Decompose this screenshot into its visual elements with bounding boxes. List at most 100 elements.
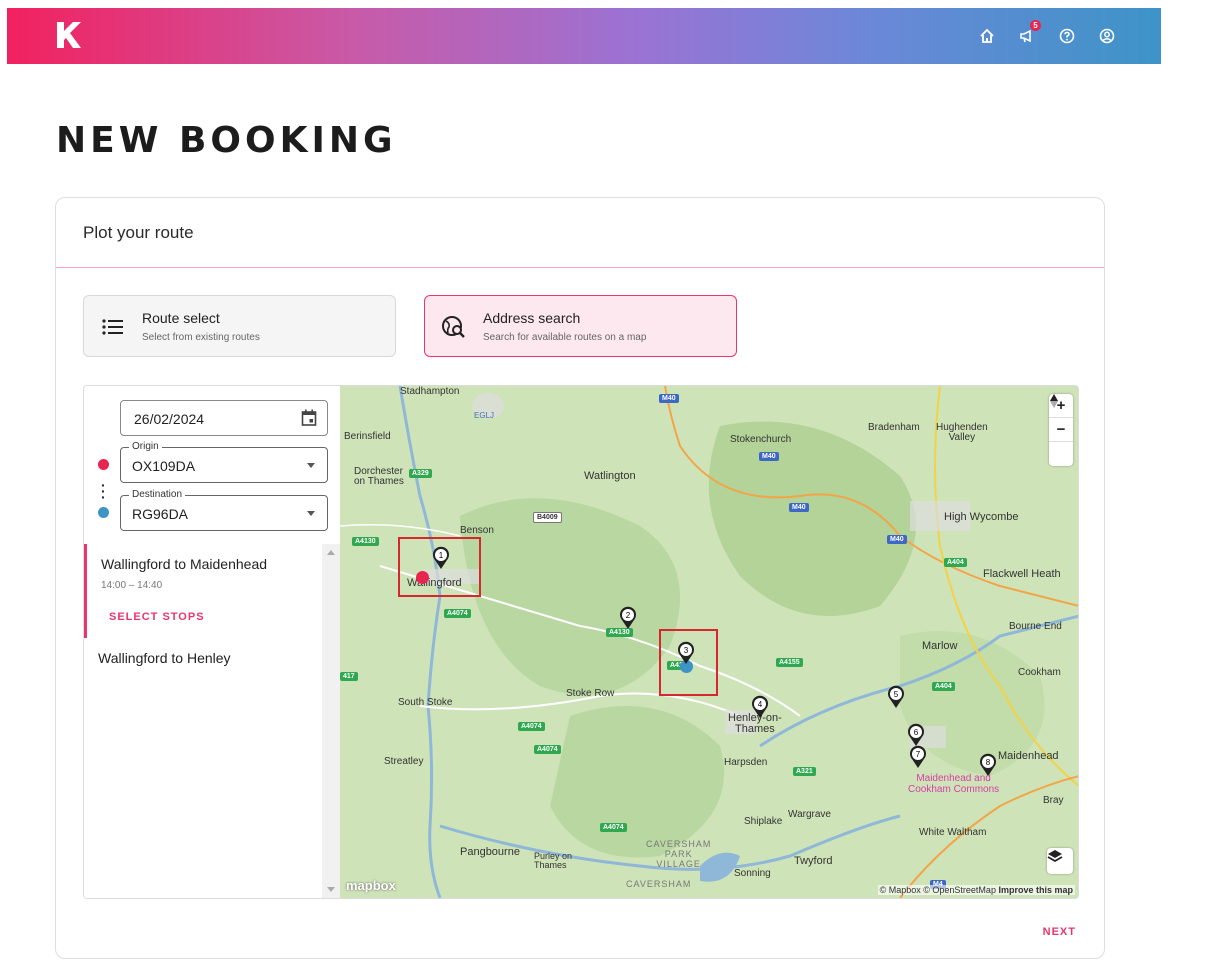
stop-number: 1 (439, 551, 444, 560)
stop-marker-icon[interactable]: 5 (887, 685, 905, 709)
road-label: A4155 (776, 658, 803, 667)
stop-marker-icon[interactable]: 6 (907, 723, 925, 747)
list-icon (102, 319, 123, 335)
place-label: South Stoke (398, 697, 453, 708)
road-label: A4074 (518, 722, 545, 731)
address-search-title: Address search (483, 310, 581, 326)
stop-number: 7 (916, 750, 921, 759)
stop-number: 3 (684, 646, 689, 655)
place-label: Benson (460, 525, 494, 536)
help-icon[interactable] (1057, 26, 1077, 46)
place-label: Maidenhead (998, 750, 1059, 762)
place-label: Dorchester on Thames (354, 466, 404, 487)
origin-dot (98, 459, 109, 470)
road-label: A321 (793, 767, 816, 776)
routes-list: Wallingford to Maidenhead 14:00 – 14:40 … (84, 544, 340, 898)
stop-number: 6 (914, 728, 919, 737)
map-attribution: © Mapbox © OpenStreetMap Improve this ma… (877, 885, 1075, 895)
place-label: Watlington (584, 470, 636, 482)
zoom-controls: + − (1049, 394, 1073, 466)
place-label: Wargrave (788, 809, 831, 820)
globe-search-icon (442, 316, 465, 338)
stop-marker-icon[interactable]: 2 (619, 606, 637, 630)
place-label: Pangbourne (460, 846, 520, 858)
compass-icon (1050, 394, 1058, 408)
mapbox-logo[interactable]: mapbox (346, 878, 396, 893)
place-label: EGLJ (474, 411, 495, 420)
map[interactable]: Stadhampton EGLJ Berinsfield Dorchester … (340, 386, 1078, 898)
address-search-option[interactable]: Address search Search for available rout… (424, 295, 737, 357)
list-item[interactable]: Wallingford to Maidenhead 14:00 – 14:40 … (84, 544, 322, 638)
road-label: M40 (659, 394, 679, 403)
place-label: Stadhampton (400, 386, 460, 397)
place-label: Shiplake (744, 816, 783, 827)
place-label: CAVERSHAM (626, 879, 692, 889)
stop-marker-icon[interactable]: 4 (751, 695, 769, 719)
place-label: Cookham (1018, 667, 1061, 678)
road-label: B4009 (533, 512, 562, 523)
megaphone-icon[interactable]: 5 (1017, 20, 1041, 46)
route-select-subtitle: Select from existing routes (142, 332, 260, 343)
compass-button[interactable] (1049, 394, 1073, 466)
road-label: A404 (932, 682, 955, 691)
place-label: Flackwell Heath (983, 568, 1061, 580)
route-time: 14:00 – 14:40 (101, 580, 163, 591)
improve-map-link[interactable]: Improve this map (998, 885, 1073, 895)
place-label: CAVERSHAM PARK VILLAGE (646, 839, 712, 869)
place-label: Hughenden Valley (936, 422, 988, 443)
layers-button[interactable] (1047, 848, 1073, 874)
route-select-title: Route select (142, 310, 220, 326)
route-panel: 26/02/2024 Origin OX109DA · · · Destinatio… (83, 385, 1079, 899)
stop-marker-icon[interactable]: 8 (979, 753, 997, 777)
stop-number: 8 (986, 758, 991, 767)
road-label: A4074 (600, 823, 627, 832)
app-header: 5 (7, 8, 1161, 64)
stop-number: 4 (758, 700, 763, 709)
place-label: Stoke Row (566, 688, 615, 699)
place-label: Sonning (734, 868, 771, 879)
scroll-up-icon[interactable] (327, 550, 335, 555)
road-label: A4130 (352, 537, 379, 546)
destination-value: RG96DA (132, 506, 189, 522)
attribution-text[interactable]: © Mapbox © OpenStreetMap (880, 885, 996, 895)
calendar-icon[interactable] (301, 409, 317, 427)
place-label: Bray (1043, 795, 1064, 806)
address-search-subtitle: Search for available routes on a map (483, 332, 647, 343)
road-label: M40 (789, 503, 809, 512)
road-label: A329 (409, 469, 432, 478)
select-stops-button[interactable]: SELECT STOPS (109, 611, 308, 623)
home-icon[interactable] (977, 26, 997, 46)
place-label: Harpsden (724, 757, 768, 768)
stop-marker-icon[interactable]: 3 (677, 641, 695, 665)
list-item[interactable]: Wallingford to Henley (84, 638, 322, 678)
place-label: Purley on Thames (534, 851, 573, 870)
app-logo[interactable] (53, 20, 83, 50)
chevron-down-icon (307, 511, 315, 516)
place-label: Marlow (922, 640, 958, 652)
date-value: 26/02/2024 (134, 411, 205, 427)
scrollbar[interactable] (322, 544, 340, 898)
date-input[interactable]: 26/02/2024 (120, 400, 328, 436)
destination-label: Destination (129, 489, 186, 500)
origin-label: Origin (129, 441, 162, 452)
road-label: M40 (887, 535, 907, 544)
origin-select[interactable]: Origin OX109DA (120, 441, 328, 483)
stop-number: 5 (894, 690, 899, 699)
place-label: High Wycombe (944, 511, 1019, 523)
card-title: Plot your route (83, 223, 194, 242)
next-button[interactable]: NEXT (1043, 926, 1076, 938)
origin-marker[interactable] (416, 571, 429, 584)
place-label: Bradenham (868, 422, 920, 433)
account-icon[interactable] (1097, 26, 1117, 46)
route-name: Wallingford to Maidenhead (101, 556, 268, 572)
stop-marker-icon[interactable]: 7 (909, 745, 927, 769)
route-select-option[interactable]: Route select Select from existing routes (83, 295, 396, 357)
destination-select[interactable]: Destination RG96DA (120, 489, 328, 531)
page-title: NEW BOOKING (56, 120, 397, 161)
route-name: Wallingford to Henley (98, 650, 231, 666)
zoom-out-button[interactable]: − (1049, 418, 1073, 442)
road-label: A4074 (444, 609, 471, 618)
stop-marker-icon[interactable]: 1 (432, 546, 450, 570)
scroll-down-icon[interactable] (327, 887, 335, 892)
stop-number: 2 (626, 611, 631, 620)
